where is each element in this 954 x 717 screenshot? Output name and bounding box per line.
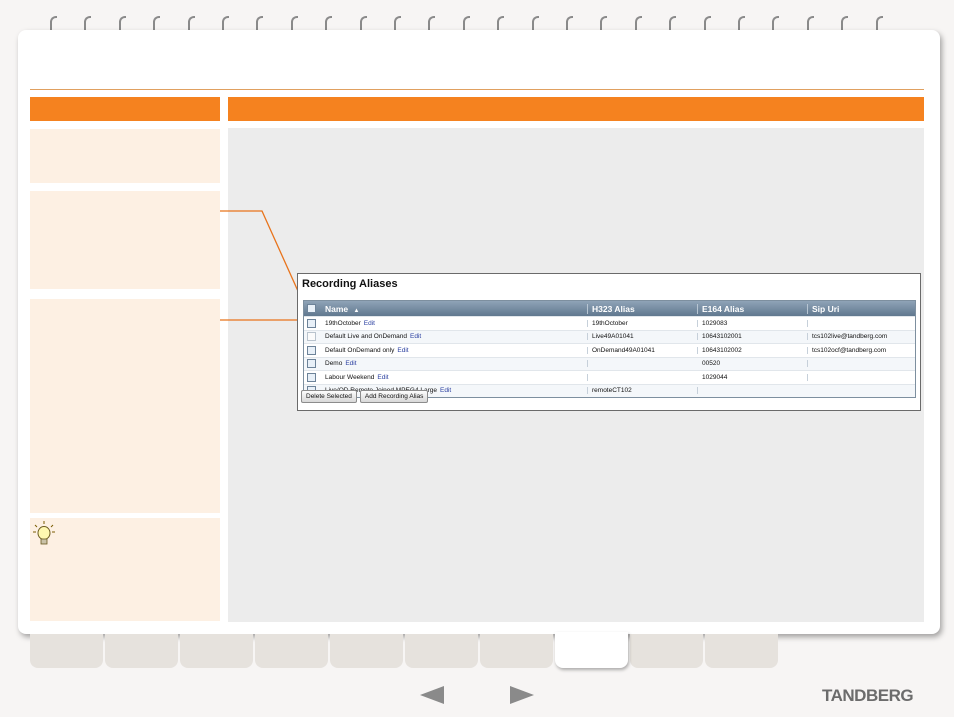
edit-link[interactable]: Edit <box>364 320 375 327</box>
section-tab[interactable] <box>405 634 478 668</box>
tip-box <box>30 518 220 621</box>
section-tab[interactable] <box>630 634 703 668</box>
alias-name-cell: Labour Weekend Edit <box>321 373 588 381</box>
bottom-tabs <box>30 632 780 668</box>
spiral-binding-front <box>0 0 954 50</box>
delete-selected-button[interactable]: Delete Selected <box>301 390 357 403</box>
alias-name: Default OnDemand only <box>325 346 395 354</box>
right-section-bar <box>228 97 924 121</box>
table-row: Labour Weekend Edit 1029044 <box>304 370 915 384</box>
brand-logo: TANDBERG <box>822 686 914 705</box>
lightbulb-icon <box>33 521 55 545</box>
aliases-table: Name ▲ H323 Alias E164 Alias Sip Uri 19t… <box>303 300 916 398</box>
alias-name-cell: Default OnDemand only Edit <box>321 346 588 354</box>
panel-title: Recording Aliases <box>302 278 398 290</box>
h323-alias-cell: remoteCT102 <box>588 387 698 395</box>
header-divider <box>30 89 924 90</box>
section-tab[interactable] <box>705 634 778 668</box>
section-tab[interactable] <box>555 632 628 668</box>
column-header-h323-alias[interactable]: H323 Alias <box>588 303 698 314</box>
section-tab[interactable] <box>105 634 178 668</box>
section-tab[interactable] <box>255 634 328 668</box>
section-tab[interactable] <box>180 634 253 668</box>
e164-alias-cell: 00520 <box>698 360 808 368</box>
e164-alias-cell: 1029083 <box>698 319 808 327</box>
column-header-sip-uri[interactable]: Sip Uri <box>808 304 915 314</box>
column-header-e164-alias[interactable]: E164 Alias <box>698 303 808 314</box>
section-tab[interactable] <box>30 634 103 668</box>
edit-link[interactable]: Edit <box>440 387 451 394</box>
alias-name: Default Live and OnDemand <box>325 333 408 341</box>
previous-page-arrow-icon[interactable] <box>420 686 444 704</box>
table-row: Default Live and OnDemand Edit Live49A0104… <box>304 329 915 343</box>
side-note-box-3 <box>30 299 220 513</box>
next-page-arrow-icon[interactable] <box>510 686 534 704</box>
h323-alias-cell: 19thOctober <box>588 319 698 327</box>
column-header-name[interactable]: Name ▲ <box>321 303 588 314</box>
h323-alias-cell: OnDemand49A01041 <box>588 346 698 354</box>
left-section-bar <box>30 97 220 121</box>
edit-link[interactable]: Edit <box>410 333 421 340</box>
side-note-box-2 <box>30 191 220 289</box>
select-all-checkbox[interactable] <box>304 304 321 313</box>
alias-name: 19thOctober <box>325 319 361 327</box>
section-tab[interactable] <box>330 634 403 668</box>
sip-uri-cell: tcs102live@tandberg.com <box>812 333 888 341</box>
table-row: Demo Edit 00520 <box>304 356 915 370</box>
sort-asc-icon: ▲ <box>353 307 360 314</box>
row-checkbox[interactable] <box>304 345 321 355</box>
section-tab[interactable] <box>480 634 553 668</box>
table-row: Default OnDemand only Edit OnDemand49A0104… <box>304 343 915 357</box>
h323-alias-cell: Live49A01041 <box>588 333 698 341</box>
row-checkbox[interactable] <box>304 359 321 369</box>
e164-alias-cell: 10643102001 <box>698 333 808 341</box>
row-checkbox[interactable] <box>304 332 321 342</box>
alias-name-cell: 19thOctober Edit <box>321 319 588 327</box>
table-row: 19thOctober Edit 19thOctober 1029083 <box>304 316 915 330</box>
sip-uri-cell: tcs102ocf@tandberg.com <box>812 346 887 354</box>
edit-link[interactable]: Edit <box>397 347 408 354</box>
row-checkbox[interactable] <box>304 318 321 328</box>
alias-name: Labour Weekend <box>325 373 375 381</box>
edit-link[interactable]: Edit <box>345 360 356 367</box>
row-checkbox[interactable] <box>304 372 321 382</box>
alias-name: Demo <box>325 360 343 368</box>
recording-aliases-panel: Recording Aliases Name ▲ H323 Alias E164… <box>297 273 921 411</box>
alias-name-cell: Default Live and OnDemand Edit <box>321 333 588 341</box>
e164-alias-cell: 10643102002 <box>698 346 808 354</box>
add-recording-alias-button[interactable]: Add Recording Alias <box>359 390 429 403</box>
side-note-box-1 <box>30 129 220 183</box>
edit-link[interactable]: Edit <box>377 374 388 381</box>
table-header: Name ▲ H323 Alias E164 Alias Sip Uri <box>304 301 915 316</box>
alias-name-cell: Demo Edit <box>321 360 588 368</box>
e164-alias-cell: 1029044 <box>698 373 808 381</box>
